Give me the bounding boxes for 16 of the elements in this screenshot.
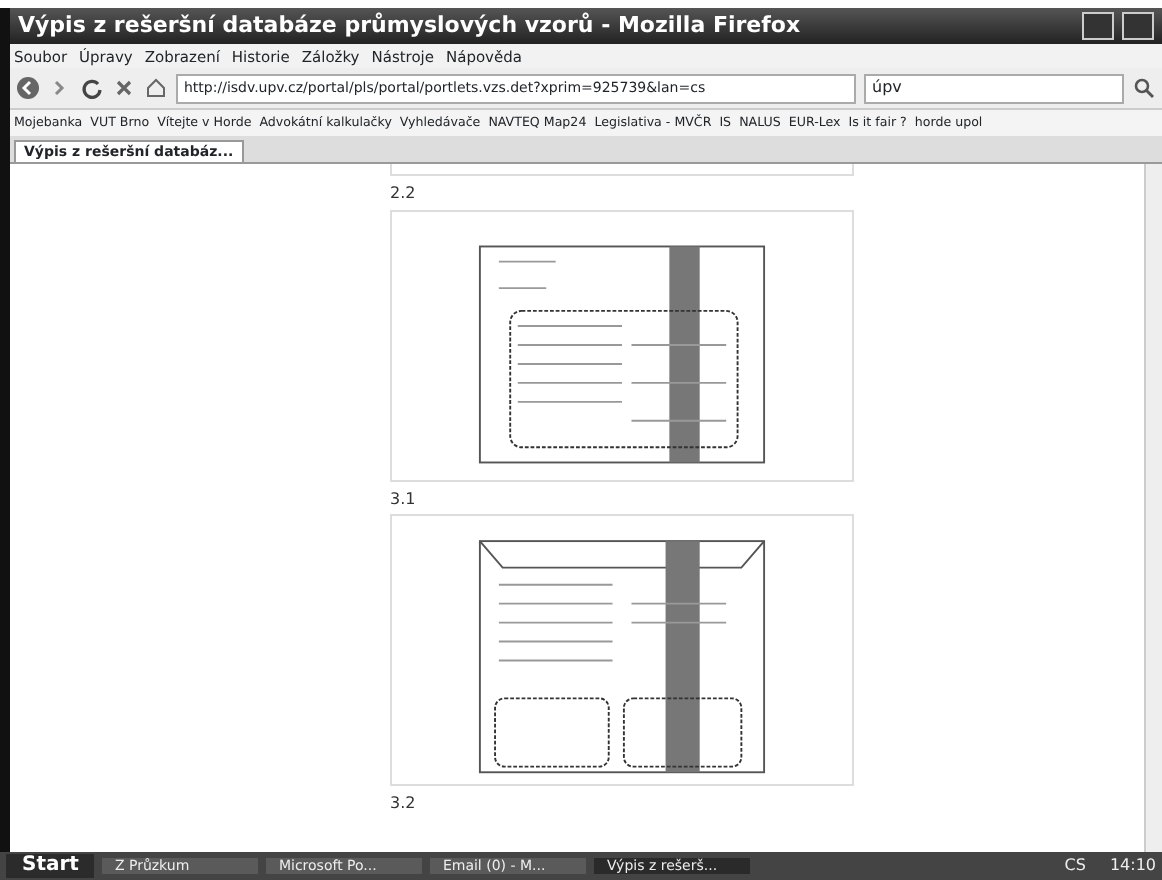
home-icon[interactable] xyxy=(144,76,168,100)
start-button[interactable]: Start xyxy=(6,854,95,878)
window-title: Výpis z rešeršní databáze průmyslových vzorů - Mozilla Firefox xyxy=(18,12,803,40)
section-label: 2.2 xyxy=(390,182,418,206)
minimize-button[interactable] xyxy=(1082,12,1114,40)
scrollbar[interactable] xyxy=(1144,164,1162,852)
search-field[interactable]: úpv xyxy=(864,73,1124,103)
section-label: 3.2 xyxy=(390,792,418,817)
maximize-button[interactable] xyxy=(1122,12,1154,40)
language-indicator: CS xyxy=(1064,856,1086,876)
stop-icon[interactable] xyxy=(112,76,136,100)
back-icon[interactable] xyxy=(16,76,40,100)
clock: 14:10 xyxy=(1109,856,1156,876)
search-icon[interactable] xyxy=(1132,76,1156,100)
reload-icon[interactable] xyxy=(80,76,104,100)
section-label: 3.1 xyxy=(390,487,418,512)
